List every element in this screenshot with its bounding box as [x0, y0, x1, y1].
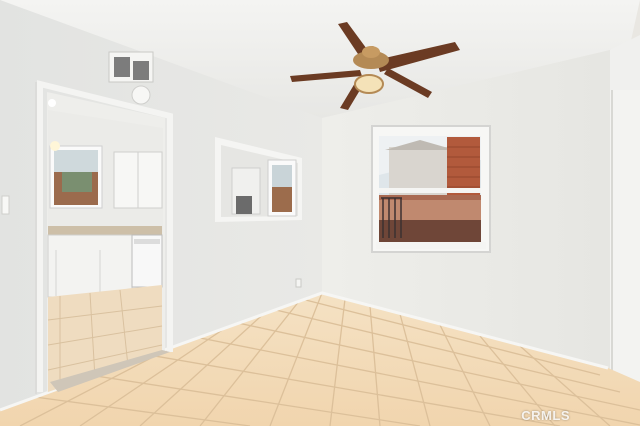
brick-chimney [447, 137, 480, 195]
room-scene [0, 0, 640, 426]
lower-cabinet [47, 234, 133, 298]
kitchen-light-icon [50, 141, 60, 151]
light-switch [1, 195, 10, 215]
countertop [48, 226, 162, 235]
right-column-edge [610, 90, 640, 390]
hvac-vent-icon [108, 51, 154, 83]
fan-light-icon [354, 74, 384, 94]
neighbor-house [389, 147, 449, 195]
smoke-detector-icon [131, 85, 151, 105]
outlet [295, 278, 302, 288]
doorway-kitchen [47, 92, 165, 392]
watermark: CRMLS [521, 408, 570, 423]
main-window [371, 125, 491, 253]
